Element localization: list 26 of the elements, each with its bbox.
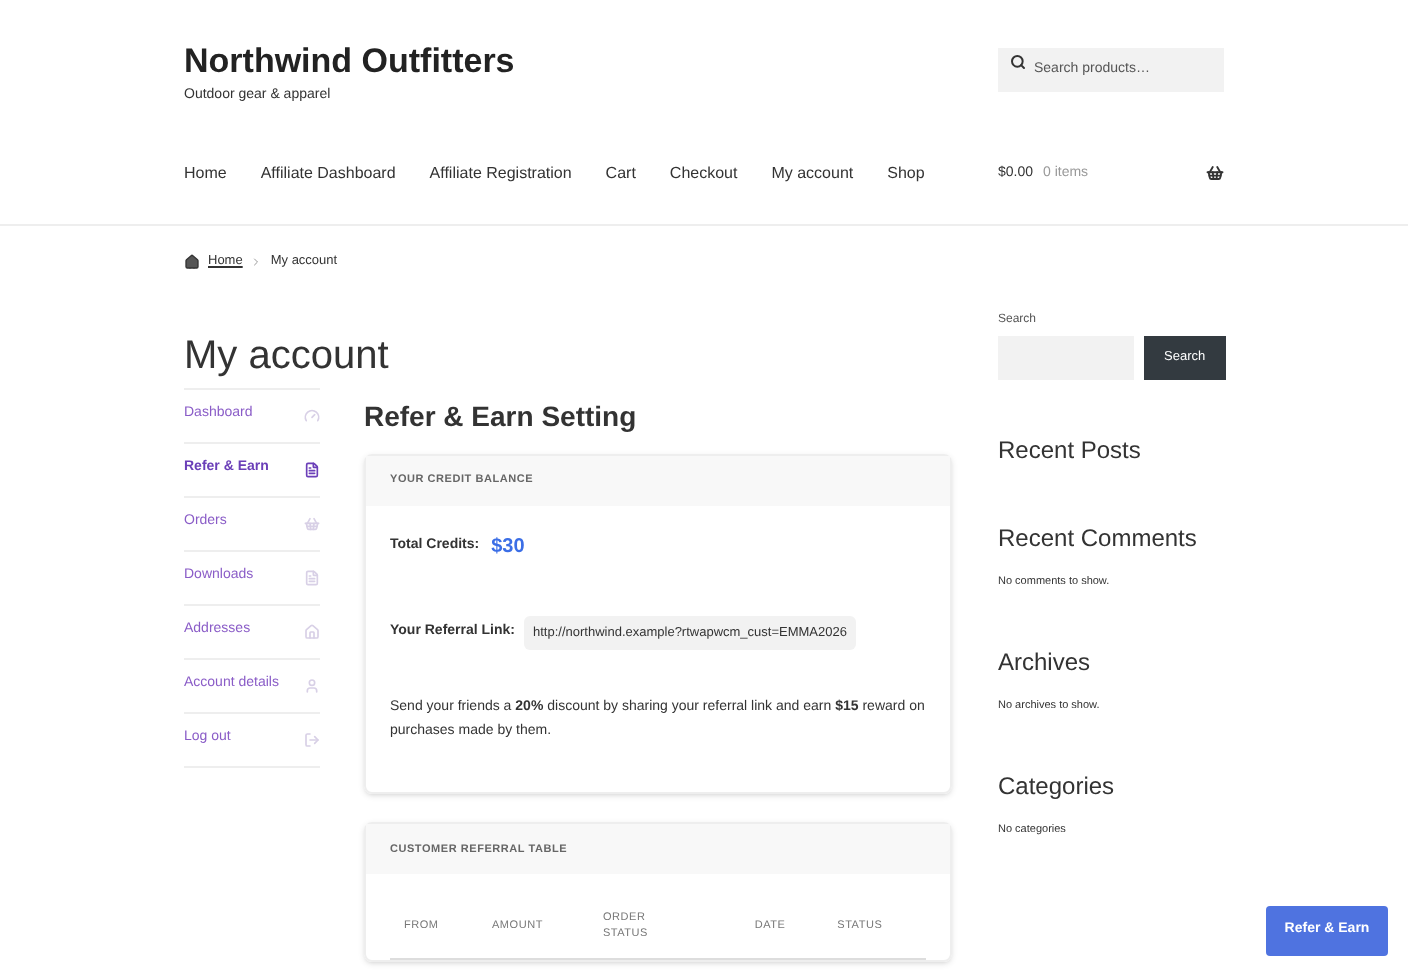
nav-link[interactable]: Cart [605,161,636,186]
basket-icon[interactable] [1206,164,1224,183]
home-icon [184,253,200,270]
page-title: My account [184,335,391,375]
widget-title: Recent Comments [998,521,1199,555]
chevron-icon [250,255,263,268]
section-title: Refer & Earn Setting [364,397,639,436]
widget-title: Categories [998,770,1117,804]
widget-title: Archives [998,645,1093,680]
nav-link[interactable]: Shop [887,161,925,186]
search-icon [1010,54,1026,70]
document-icon [304,569,320,585]
basket-icon [304,515,320,531]
nav-link[interactable]: Affiliate Dashboard [260,161,396,186]
widget-title: Recent Posts [998,433,1143,467]
credits-value: $30 [491,533,525,561]
document-icon [304,461,320,477]
gauge-icon [304,407,320,423]
logout-icon [304,731,320,747]
nav-link[interactable]: Affiliate Registration [429,161,572,186]
user-icon [304,677,320,693]
nav-link[interactable]: Checkout [669,161,738,186]
nav-link[interactable]: Home [184,161,227,186]
nav-link[interactable]: My account [771,161,854,186]
site-title[interactable]: Northwind Outfitters [184,40,515,83]
home-icon [304,623,320,639]
